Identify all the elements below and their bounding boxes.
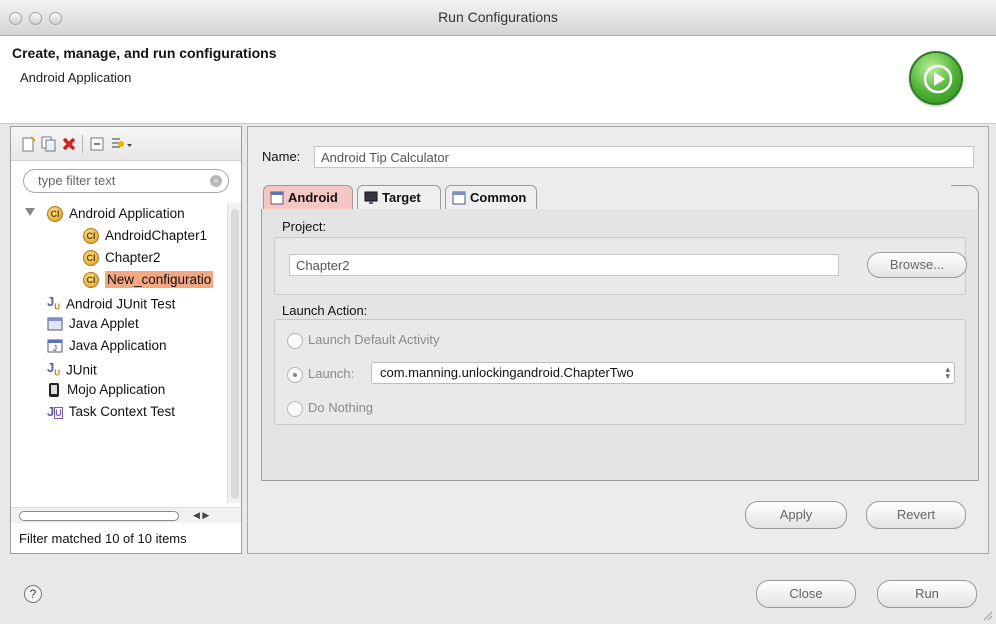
- tree-item-android-application[interactable]: CI Android Application: [11, 203, 227, 225]
- select-stepper-icon: ▴ ▾: [945, 364, 950, 381]
- window-titlebar: Run Configurations: [0, 0, 996, 36]
- filter-input[interactable]: [38, 173, 198, 188]
- clear-filter-icon[interactable]: ×: [210, 175, 222, 187]
- toolbar-divider: [82, 135, 83, 153]
- tab-common[interactable]: Common: [445, 185, 537, 211]
- delete-icon[interactable]: [61, 136, 77, 152]
- tree-item-java-application[interactable]: J Java Application: [47, 335, 167, 357]
- android-app-icon: CI: [47, 206, 63, 223]
- new-configuration-icon[interactable]: [21, 136, 37, 152]
- browse-button[interactable]: Browse...: [867, 252, 967, 278]
- apply-button[interactable]: Apply: [745, 501, 847, 529]
- run-badge-icon: [909, 51, 963, 105]
- launch-default-option[interactable]: Launch Default Activity: [287, 330, 440, 350]
- tree-item-chapter2[interactable]: CI Chapter2: [83, 247, 161, 269]
- launch-action-group: Launch Default Activity Launch: com.mann…: [274, 319, 966, 425]
- device-icon: [49, 383, 59, 398]
- launch-option[interactable]: Launch:: [287, 364, 354, 384]
- do-nothing-option[interactable]: Do Nothing: [287, 398, 373, 418]
- tree-toolbar: [11, 127, 241, 161]
- filter-field[interactable]: ×: [23, 169, 229, 193]
- configuration-editor-panel: Name: Android Target Common Project: Bro…: [247, 126, 989, 554]
- svg-text:J: J: [53, 344, 57, 353]
- header-title: Create, manage, and run configurations: [12, 45, 277, 61]
- duplicate-configuration-icon[interactable]: [41, 136, 57, 152]
- tree-vertical-scrollbar[interactable]: [227, 203, 241, 503]
- dialog-header: Create, manage, and run configurations A…: [0, 36, 996, 124]
- resize-grip-icon[interactable]: [981, 609, 993, 621]
- horizontal-scroll-thumb[interactable]: [19, 511, 179, 521]
- close-button[interactable]: Close: [756, 580, 856, 608]
- name-label: Name:: [262, 149, 301, 164]
- header-subtitle: Android Application: [20, 70, 132, 85]
- tree-item-junit[interactable]: JU JUnit: [47, 357, 97, 379]
- tree-horizontal-scrollbar[interactable]: ◀ ▶: [11, 507, 241, 523]
- run-button[interactable]: Run: [877, 580, 977, 608]
- tab-target[interactable]: Target: [357, 185, 441, 211]
- task-context-icon: JU: [47, 404, 63, 419]
- tree-item-mojo-application[interactable]: Mojo Application: [47, 379, 165, 401]
- name-field[interactable]: [314, 146, 974, 168]
- help-icon[interactable]: ?: [24, 585, 42, 603]
- configuration-tree: CI Android Application CI AndroidChapter1 …: [11, 203, 227, 503]
- filter-status-text: Filter matched 10 of 10 items: [19, 531, 187, 546]
- android-app-icon: CI: [83, 250, 99, 267]
- tree-item-android-junit-test[interactable]: JU Android JUnit Test: [47, 291, 175, 313]
- tree-item-androidchapter1[interactable]: CI AndroidChapter1: [83, 225, 207, 247]
- monitor-icon: [364, 191, 378, 204]
- tab-strip: Android Target Common: [261, 185, 979, 211]
- tree-item-new-configuration[interactable]: CI New_configuratio: [83, 269, 214, 291]
- launch-default-radio[interactable]: [287, 332, 303, 349]
- scroll-arrows-icon[interactable]: ◀ ▶: [193, 510, 209, 521]
- android-app-icon: CI: [83, 272, 99, 289]
- tree-item-task-context-test[interactable]: JU Task Context Test: [47, 401, 175, 423]
- tab-strip-corner: [951, 185, 979, 211]
- android-app-icon: CI: [83, 228, 99, 245]
- launch-activity-select[interactable]: com.manning.unlockingandroid.ChapterTwo …: [371, 362, 955, 384]
- applet-icon: [47, 317, 63, 331]
- tree-item-java-applet[interactable]: Java Applet: [47, 313, 139, 335]
- launch-radio[interactable]: [287, 366, 303, 383]
- disclosure-triangle-icon[interactable]: [25, 208, 35, 216]
- android-tab-icon: [270, 191, 284, 205]
- project-field[interactable]: [289, 254, 839, 276]
- common-tab-icon: [452, 191, 466, 205]
- collapse-all-icon[interactable]: [89, 136, 105, 152]
- android-tab-content: Project: Browse... Launch Action: Launch…: [261, 209, 979, 481]
- java-app-icon: J: [47, 339, 63, 353]
- launch-action-label: Launch Action:: [282, 303, 368, 318]
- configuration-tree-panel: × CIAndroid Application CIAndroidChapter…: [10, 126, 242, 554]
- filter-menu-icon[interactable]: [109, 136, 133, 152]
- project-group: Browse...: [274, 237, 967, 295]
- revert-button[interactable]: Revert: [866, 501, 966, 529]
- window-title: Run Configurations: [438, 9, 558, 25]
- project-label: Project:: [282, 219, 327, 234]
- vertical-scroll-thumb[interactable]: [231, 209, 239, 499]
- tab-android[interactable]: Android: [263, 185, 353, 211]
- do-nothing-radio[interactable]: [287, 400, 303, 417]
